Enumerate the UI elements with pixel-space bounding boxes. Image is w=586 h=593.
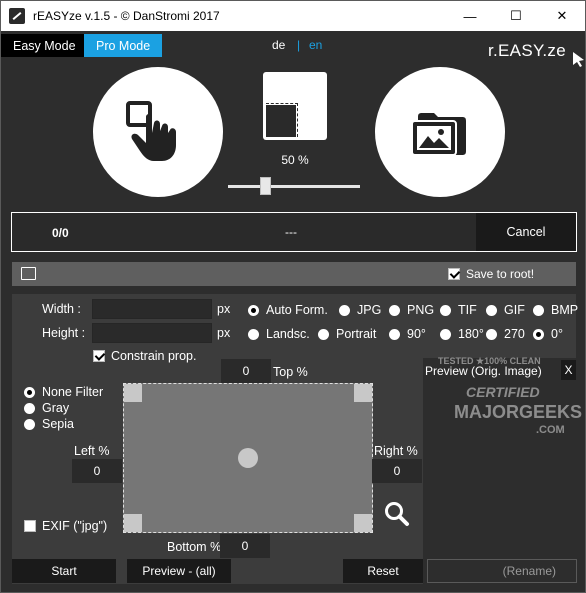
crop-bottom-label: Bottom %: [167, 540, 222, 554]
window-title: rEASYze v.1.5 - © DanStromi 2017: [33, 9, 220, 23]
start-button[interactable]: Start: [12, 559, 116, 583]
language-de-link[interactable]: de: [272, 38, 285, 52]
width-input[interactable]: [92, 299, 212, 319]
filter-none-radio[interactable]: None Filter: [24, 385, 103, 399]
logo-text: r.EASY.ze: [488, 41, 566, 60]
crop-handle-bottom-right[interactable]: [354, 514, 372, 532]
close-button[interactable]: ✕: [539, 1, 585, 31]
format-bmp-radio[interactable]: BMP: [533, 303, 578, 317]
crop-left-label: Left %: [74, 444, 110, 458]
cancel-button[interactable]: Cancel: [476, 213, 576, 251]
crop-handle-bottom-left[interactable]: [124, 514, 142, 532]
scale-percent-label: 50 %: [281, 153, 309, 167]
output-folder-button[interactable]: [375, 67, 505, 197]
pro-mode-button[interactable]: Pro Mode: [84, 34, 163, 57]
crop-right-label: Right %: [374, 444, 418, 458]
rename-field[interactable]: (Rename): [427, 559, 577, 583]
minimize-button[interactable]: —: [447, 1, 493, 31]
image-settings-icon[interactable]: [21, 267, 36, 280]
width-unit: px: [217, 302, 231, 316]
progress-area: 0/0 --- Cancel: [11, 212, 577, 252]
save-to-root-check[interactable]: [448, 268, 460, 280]
hand-pointer-icon: [126, 101, 176, 161]
height-unit: px: [217, 326, 231, 340]
height-label: Height :: [42, 326, 86, 340]
crop-area[interactable]: [123, 383, 373, 533]
format-auto-radio[interactable]: Auto Form.: [248, 303, 328, 317]
exif-checkbox[interactable]: EXIF ("jpg"): [24, 519, 107, 533]
scale-slider-track[interactable]: [228, 185, 360, 188]
format-gif-radio[interactable]: GIF: [486, 303, 525, 317]
maximize-icon: ☐: [510, 8, 522, 23]
constrain-checkbox[interactable]: Constrain prop.: [93, 349, 196, 363]
select-files-button[interactable]: [93, 67, 223, 197]
crop-handle-top-left[interactable]: [124, 384, 142, 402]
rotate-0-radio[interactable]: 0°: [533, 327, 563, 341]
height-input[interactable]: [92, 323, 212, 343]
settings-panel: Width : px Height : px Auto Form. JPG PN…: [12, 294, 583, 584]
crop-top-input[interactable]: 0: [221, 359, 271, 383]
save-to-root-label: Save to root!: [466, 267, 535, 281]
rotate-90-radio[interactable]: 90°: [389, 327, 426, 341]
preview-all-button[interactable]: Preview - (all): [127, 559, 231, 583]
zoom-icon[interactable]: [384, 501, 410, 527]
language-en-link[interactable]: en: [309, 38, 322, 52]
progress-status: ---: [285, 225, 297, 239]
app-logo: r.EASY.ze: [488, 41, 584, 67]
crop-center-handle[interactable]: [238, 448, 258, 468]
format-png-radio[interactable]: PNG: [389, 303, 434, 317]
orient-portrait-radio[interactable]: Portrait: [318, 327, 376, 341]
rotate-270-radio[interactable]: 270: [486, 327, 525, 341]
format-jpg-radio[interactable]: JPG: [339, 303, 381, 317]
reset-button[interactable]: Reset: [343, 559, 423, 583]
crop-bottom-input[interactable]: 0: [220, 534, 270, 558]
image-folder-icon: [411, 113, 466, 156]
scale-preview-box: [263, 72, 327, 140]
maximize-button[interactable]: ☐: [493, 1, 539, 31]
rotate-180-radio[interactable]: 180°: [440, 327, 484, 341]
majorgeeks-watermark: TESTED ★100% CLEAN CERTIFIED MAJORGEEKS …: [438, 356, 583, 436]
language-separator: |: [297, 38, 301, 52]
crop-handle-top-right[interactable]: [354, 384, 372, 402]
format-tif-radio[interactable]: TIF: [440, 303, 477, 317]
settings-toolbar: Save to root!: [12, 262, 576, 286]
width-label: Width :: [42, 302, 81, 316]
easy-mode-button[interactable]: Easy Mode: [1, 34, 88, 57]
crop-left-input[interactable]: 0: [72, 459, 122, 483]
filter-sepia-radio[interactable]: Sepia: [24, 417, 74, 431]
filter-gray-radio[interactable]: Gray: [24, 401, 69, 415]
save-to-root-checkbox[interactable]: Save to root!: [448, 267, 534, 281]
title-bar: rEASYze v.1.5 - © DanStromi 2017 — ☐ ✕: [1, 1, 585, 31]
crop-right-input[interactable]: 0: [372, 459, 422, 483]
cursor-icon: [573, 52, 584, 67]
crop-top-label: Top %: [273, 365, 308, 379]
app-icon: [9, 8, 25, 24]
close-icon: ✕: [556, 8, 568, 23]
progress-count: 0/0: [52, 226, 69, 240]
scale-slider-thumb[interactable]: [260, 177, 271, 195]
app-window: rEASYze v.1.5 - © DanStromi 2017 — ☐ ✕ E…: [0, 0, 586, 593]
orient-landscape-radio[interactable]: Landsc.: [248, 327, 310, 341]
minimize-icon: —: [463, 8, 477, 24]
